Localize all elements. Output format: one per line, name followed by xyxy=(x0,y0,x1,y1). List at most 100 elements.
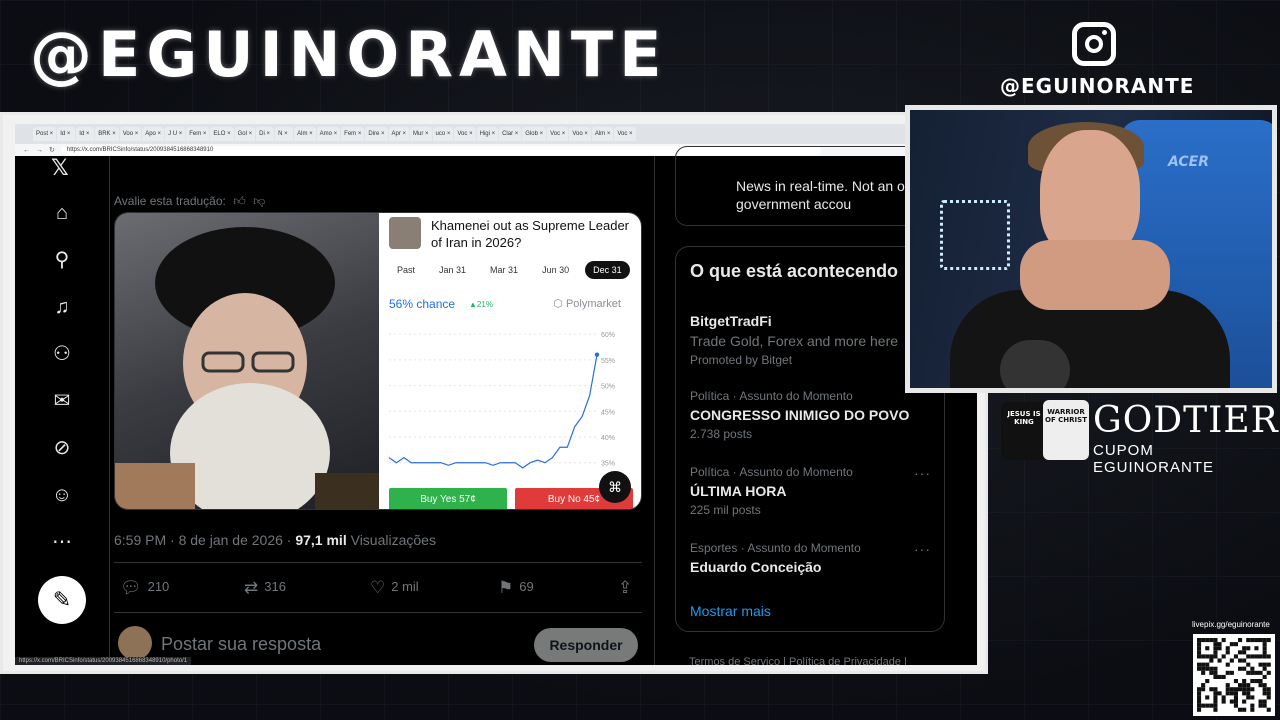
search-icon[interactable]: ⚲ xyxy=(49,247,75,273)
messages-icon[interactable]: ✉ xyxy=(49,388,75,414)
trend-count: Promoted by Bitget xyxy=(690,353,793,367)
trend-item[interactable]: Política · Assunto do Momento CONGRESSO … xyxy=(690,389,935,441)
browser-tab[interactable]: Voo × xyxy=(119,127,142,141)
microphone xyxy=(1000,340,1070,388)
repost-action[interactable]: ⇄ 316 xyxy=(244,578,286,598)
browser-tab[interactable]: Voc × xyxy=(614,127,636,141)
market-delta: ▲21% xyxy=(469,300,493,309)
person-photo[interactable] xyxy=(115,213,379,509)
streamer-hands xyxy=(1020,240,1170,310)
show-more-link[interactable]: Mostrar mais xyxy=(690,603,771,619)
instagram-icon xyxy=(1072,22,1116,66)
browser-tab[interactable]: Higi × xyxy=(476,127,499,141)
webcam-feed: ACER xyxy=(905,105,1277,393)
browser-tab[interactable]: Post × xyxy=(33,127,57,141)
brand-title: @EGUINORANTE xyxy=(30,18,668,91)
browser-tab-bar: Post × Id × Id × BRK × Voo × Apo × J U × Fem × E… xyxy=(15,124,977,144)
led-sign xyxy=(940,200,1010,270)
reply-action[interactable]: 💬︎ 210 xyxy=(120,578,169,598)
market-chart: 60% 55% 50% 45% 40% 35% xyxy=(388,332,615,469)
browser-tab[interactable]: N × xyxy=(275,127,294,141)
rate-translation: Avalie esta tradução: 👍︎ 👎︎ xyxy=(114,194,265,209)
market-tab[interactable]: Jan 31 xyxy=(431,261,474,279)
post-time[interactable]: 6:59 PM · 8 de jan de 2026 · xyxy=(114,532,295,548)
trend-title: ÚLTIMA HORA xyxy=(690,483,787,499)
market-tab[interactable]: Mar 31 xyxy=(482,261,526,279)
rate-translation-label: Avalie esta tradução: xyxy=(114,194,226,208)
post-detail: Avalie esta tradução: 👍︎ 👎︎ Khamenei out… xyxy=(109,156,655,665)
notifications-icon[interactable]: ♫ xyxy=(49,294,75,320)
browser-tab[interactable]: Apo × xyxy=(142,127,165,141)
browser-tab[interactable]: Voo × xyxy=(569,127,591,141)
thumbs-up-icon[interactable]: 👍︎ xyxy=(233,194,246,208)
browser-tab[interactable]: Alm × xyxy=(591,127,614,141)
browser-tab[interactable]: Di × xyxy=(256,127,275,141)
bookmark-icon: ⚑ xyxy=(498,578,514,597)
browser-tab[interactable]: Fem × xyxy=(186,127,210,141)
trends-title: O que está acontecendo xyxy=(690,261,899,281)
avatar xyxy=(118,626,152,660)
profile-icon[interactable]: ☺ xyxy=(49,482,75,508)
grok-icon[interactable]: ⊘ xyxy=(49,435,75,461)
trend-meta: Política · Assunto do Momento xyxy=(690,465,853,479)
browser-tab[interactable]: Alm × xyxy=(294,127,316,141)
like-icon: ♡ xyxy=(370,578,386,597)
trend-count: 2.738 posts xyxy=(690,427,753,441)
polymarket-label: Polymarket xyxy=(565,298,621,310)
browser-tab[interactable]: Gol × xyxy=(234,127,256,141)
browser-tab[interactable]: BRK × xyxy=(95,127,119,141)
browser-tab[interactable]: Clar × xyxy=(499,127,522,141)
reload-icon[interactable]: ↻ xyxy=(49,146,55,154)
browser-frame: Post × Id × Id × BRK × Voo × Apo × J U × Fem × E… xyxy=(0,112,988,674)
browser-tab[interactable]: J U × xyxy=(165,127,186,141)
browser-tab[interactable]: uco × xyxy=(432,127,454,141)
post-media[interactable]: Khamenei out as Supreme Leader of Iran i… xyxy=(114,212,642,510)
x-app: 𝕏 ⌂ ⚲ ♫ ⚇ ✉ ⊘ ☺ ⋯ ✎ Avalie esta tradução… xyxy=(15,146,977,665)
home-icon[interactable]: ⌂ xyxy=(49,200,75,226)
more-icon[interactable]: ⋯ xyxy=(49,529,75,555)
browser-tab[interactable]: Mur × xyxy=(410,127,432,141)
market-title: Khamenei out as Supreme Leader of Iran i… xyxy=(431,218,630,250)
repost-icon: ⇄ xyxy=(244,578,259,597)
buy-yes-button[interactable]: Buy Yes 57¢ xyxy=(389,488,507,509)
forward-icon[interactable]: → xyxy=(36,147,43,154)
bookmark-action[interactable]: ⚑ 69 xyxy=(498,578,534,598)
instagram-handle: @EGUINORANTE xyxy=(1000,74,1195,98)
footer-links[interactable]: Termos de Serviço | Política de Privacid… xyxy=(689,656,907,665)
browser-tab[interactable]: Id × xyxy=(57,127,76,141)
views-label: Visualizações xyxy=(346,532,436,548)
browser-tab[interactable]: Glob × xyxy=(522,127,547,141)
follow-icon[interactable]: ⚇ xyxy=(49,341,75,367)
trend-item[interactable]: BitgetTradFi Trade Gold, Forex and more … xyxy=(690,309,935,367)
thumbs-down-icon[interactable]: 👎︎ xyxy=(253,194,265,208)
reply-input[interactable]: Postar sua resposta xyxy=(161,634,321,655)
share-icon[interactable]: ⇪ xyxy=(618,578,638,598)
browser-tab[interactable]: Apr × xyxy=(388,127,410,141)
market-tab[interactable]: Past xyxy=(389,261,423,279)
browser-tab[interactable]: Voc × xyxy=(547,127,569,141)
trend-title: Eduardo Conceição xyxy=(690,559,822,575)
browser-window: Post × Id × Id × BRK × Voo × Apo × J U × Fem × E… xyxy=(15,124,977,665)
qr-label: livepix.gg/eguinorante xyxy=(1192,620,1270,629)
browser-tab[interactable]: Amo × xyxy=(316,127,341,141)
reply-button[interactable]: Responder xyxy=(534,628,638,662)
trend-more-icon[interactable]: ··· xyxy=(914,541,931,557)
market-tab[interactable]: Dec 31 xyxy=(585,261,630,279)
trend-title: CONGRESSO INIMIGO DO POVO xyxy=(690,407,910,423)
browser-tab[interactable]: Voc × xyxy=(454,127,476,141)
like-action[interactable]: ♡ 2 mil xyxy=(370,578,419,598)
browser-tab[interactable]: ELO × xyxy=(210,127,234,141)
trend-item[interactable]: Esportes · Assunto do Momento ··· Eduard… xyxy=(690,541,935,575)
trend-item[interactable]: Política · Assunto do Momento ··· ÚLTIMA… xyxy=(690,465,935,517)
reply-count: 210 xyxy=(147,579,170,594)
back-icon[interactable]: ← xyxy=(23,147,30,154)
compose-post-button[interactable]: ✎ xyxy=(38,576,86,624)
market-tab[interactable]: Jun 30 xyxy=(534,261,577,279)
sponsor-coupon: CUPOM EGUINORANTE xyxy=(1093,442,1215,476)
browser-tab[interactable]: Dire × xyxy=(365,127,388,141)
trend-more-icon[interactable]: ··· xyxy=(914,465,931,481)
browser-tab[interactable]: Id × xyxy=(76,127,95,141)
grok-analyze-icon[interactable]: ⌘ xyxy=(599,471,631,503)
x-logo-icon[interactable]: 𝕏 xyxy=(51,156,69,181)
browser-tab[interactable]: Fem × xyxy=(341,127,365,141)
